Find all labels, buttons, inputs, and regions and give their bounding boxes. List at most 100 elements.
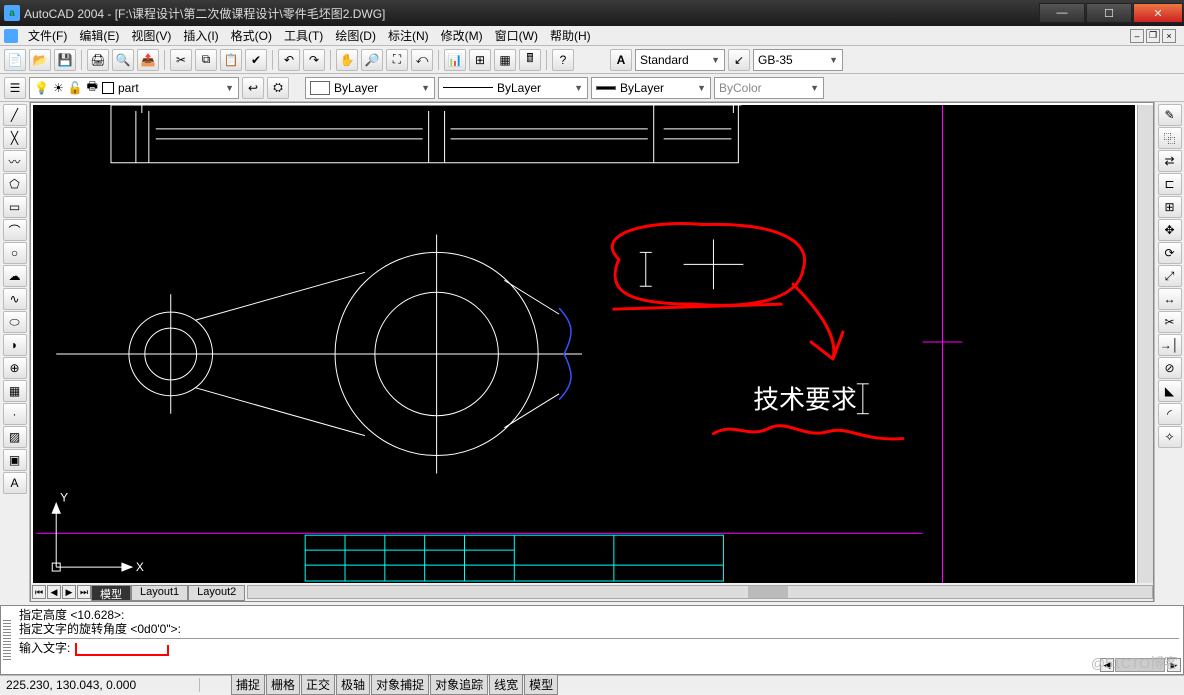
menu-tools[interactable]: 工具(T) (278, 25, 329, 46)
paste-button[interactable]: 📋 (220, 49, 242, 71)
status-lwt[interactable]: 线宽 (489, 674, 523, 695)
mirror-tool[interactable]: ⇄ (1158, 150, 1182, 172)
tab-next[interactable]: ▶ (62, 585, 76, 599)
color-dropdown[interactable]: ByLayer▼ (305, 77, 435, 99)
tab-layout2[interactable]: Layout2 (188, 585, 245, 601)
stretch-tool[interactable]: ↔ (1158, 288, 1182, 310)
calc-button[interactable]: 🖩 (519, 49, 541, 71)
mdi-app-icon[interactable] (4, 29, 18, 43)
zoom-rt-button[interactable]: 🔎 (361, 49, 383, 71)
hatch-tool[interactable]: ▨ (3, 426, 27, 448)
rotate-tool[interactable]: ⟳ (1158, 242, 1182, 264)
menu-draw[interactable]: 绘图(D) (329, 25, 382, 46)
move-tool[interactable]: ✥ (1158, 219, 1182, 241)
spline-tool[interactable]: ∿ (3, 288, 27, 310)
plotstyle-dropdown[interactable]: ByColor▼ (714, 77, 824, 99)
cmd-scroll-right[interactable]: ▶ (1167, 658, 1181, 672)
mdi-close[interactable]: × (1162, 29, 1176, 43)
publish-button[interactable]: 📤 (137, 49, 159, 71)
zoom-prev-button[interactable]: ⤺ (411, 49, 433, 71)
menu-file[interactable]: 文件(F) (22, 25, 73, 46)
tab-last[interactable]: ⏭ (77, 585, 91, 599)
match-button[interactable]: ✔ (245, 49, 267, 71)
menu-dim[interactable]: 标注(N) (382, 25, 435, 46)
textstyle-icon[interactable]: A (610, 49, 632, 71)
rectangle-tool[interactable]: ▭ (3, 196, 27, 218)
print-button[interactable]: 🖨 (87, 49, 109, 71)
textstyle-dropdown[interactable]: Standard▼ (635, 49, 725, 71)
lineweight-dropdown[interactable]: ByLayer▼ (591, 77, 711, 99)
properties-button[interactable]: 📊 (444, 49, 466, 71)
zoom-win-button[interactable]: ⛶ (386, 49, 408, 71)
fillet-tool[interactable]: ◜ (1158, 403, 1182, 425)
copy-button[interactable]: ⧉ (195, 49, 217, 71)
status-ortho[interactable]: 正交 (301, 674, 335, 695)
tab-prev[interactable]: ◀ (47, 585, 61, 599)
trim-tool[interactable]: ✂ (1158, 311, 1182, 333)
command-grip[interactable] (3, 620, 11, 660)
status-otrack[interactable]: 对象追踪 (430, 674, 488, 695)
status-model[interactable]: 模型 (524, 674, 558, 695)
array-tool[interactable]: ⊞ (1158, 196, 1182, 218)
scale-tool[interactable]: ⤢ (1158, 265, 1182, 287)
polygon-tool[interactable]: ⬠ (3, 173, 27, 195)
designcenter-button[interactable]: ⊞ (469, 49, 491, 71)
status-snap[interactable]: 捕捉 (231, 674, 265, 695)
layer-prev-button[interactable]: ↩ (242, 77, 264, 99)
toolpalette-button[interactable]: ▦ (494, 49, 516, 71)
cut-button[interactable]: ✂ (170, 49, 192, 71)
new-button[interactable]: 📄 (4, 49, 26, 71)
layer-manager-button[interactable]: ☰ (4, 77, 26, 99)
offset-tool[interactable]: ⊏ (1158, 173, 1182, 195)
tab-model[interactable]: 模型 (91, 585, 131, 601)
dimstyle-icon[interactable]: ↙ (728, 49, 750, 71)
vertical-scrollbar[interactable] (1137, 105, 1153, 583)
cmd-scroll-left[interactable]: ◀ (1100, 658, 1114, 672)
menu-insert[interactable]: 插入(I) (177, 25, 224, 46)
menu-help[interactable]: 帮助(H) (544, 25, 597, 46)
layer-states-button[interactable]: ⛭ (267, 77, 289, 99)
point-tool[interactable]: · (3, 403, 27, 425)
erase-tool[interactable]: ✎ (1158, 104, 1182, 126)
pan-button[interactable]: ✋ (336, 49, 358, 71)
copy-tool[interactable]: ⿻ (1158, 127, 1182, 149)
revcloud-tool[interactable]: ☁ (3, 265, 27, 287)
close-button[interactable]: ✕ (1133, 3, 1183, 23)
horizontal-scrollbar[interactable] (247, 585, 1153, 599)
explode-tool[interactable]: ✧ (1158, 426, 1182, 448)
menu-view[interactable]: 视图(V) (125, 25, 177, 46)
menu-modify[interactable]: 修改(M) (435, 25, 489, 46)
status-grid[interactable]: 栅格 (266, 674, 300, 695)
status-polar[interactable]: 极轴 (336, 674, 370, 695)
preview-button[interactable]: 🔍 (112, 49, 134, 71)
tab-layout1[interactable]: Layout1 (131, 585, 188, 601)
layer-dropdown[interactable]: 💡 ☀ 🔓 🖶 part ▼ (29, 77, 239, 99)
circle-tool[interactable]: ○ (3, 242, 27, 264)
coordinate-readout[interactable]: 225.230, 130.043, 0.000 (0, 678, 200, 692)
minimize-button[interactable]: — (1039, 3, 1085, 23)
region-tool[interactable]: ▣ (3, 449, 27, 471)
command-window[interactable]: 指定高度 <10.628>: 指定文字的旋转角度 <0d0'0">: 输入文字:… (0, 605, 1184, 675)
undo-button[interactable]: ↶ (278, 49, 300, 71)
maximize-button[interactable]: ☐ (1086, 3, 1132, 23)
menu-format[interactable]: 格式(O) (225, 25, 278, 46)
arc-tool[interactable]: ⌒ (3, 219, 27, 241)
line-tool[interactable]: ╱ (3, 104, 27, 126)
help-button[interactable]: ? (552, 49, 574, 71)
ellipse-tool[interactable]: ⬭ (3, 311, 27, 333)
mdi-restore[interactable]: ❐ (1146, 29, 1160, 43)
break-tool[interactable]: ⊘ (1158, 357, 1182, 379)
xline-tool[interactable]: ╳ (3, 127, 27, 149)
status-osnap[interactable]: 对象捕捉 (371, 674, 429, 695)
linetype-dropdown[interactable]: ByLayer▼ (438, 77, 588, 99)
ellipsearc-tool[interactable]: ◗ (3, 334, 27, 356)
chamfer-tool[interactable]: ◣ (1158, 380, 1182, 402)
save-button[interactable]: 💾 (54, 49, 76, 71)
menu-edit[interactable]: 编辑(E) (73, 25, 125, 46)
dimstyle-dropdown[interactable]: GB-35▼ (753, 49, 843, 71)
block-tool[interactable]: ▦ (3, 380, 27, 402)
open-button[interactable]: 📂 (29, 49, 51, 71)
insert-tool[interactable]: ⊕ (3, 357, 27, 379)
drawing-canvas[interactable]: 技术要求 (33, 105, 1135, 583)
cmd-hscroll[interactable] (1115, 658, 1165, 672)
